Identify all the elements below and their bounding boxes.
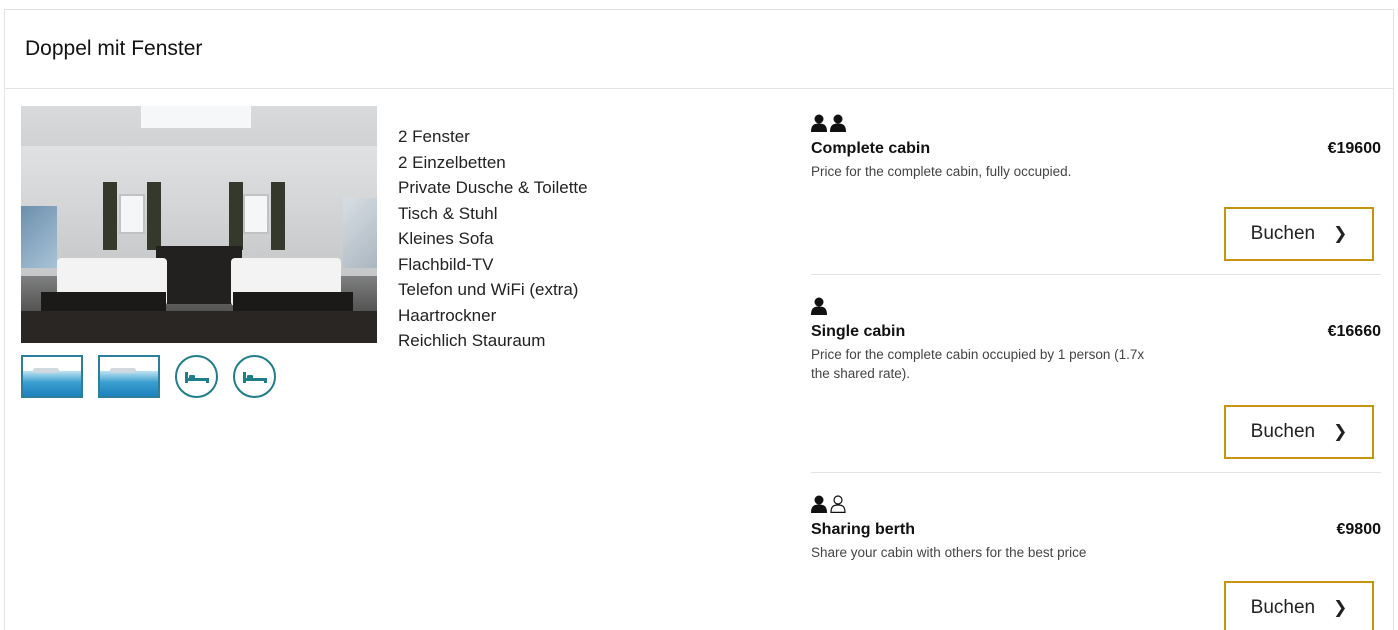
cabin-card: Doppel mit Fenster 2 Fenster 2 Einzelbet… bbox=[4, 9, 1394, 630]
option-price: €9800 bbox=[1336, 521, 1382, 538]
option-price: €19600 bbox=[1327, 140, 1381, 157]
feature-item: 2 Fenster bbox=[398, 127, 470, 146]
book-button-single-cabin[interactable]: Buchen ❯ bbox=[1224, 405, 1374, 459]
option-sharing-berth: Sharing berth €9800 Share your cabin wit… bbox=[811, 473, 1381, 630]
bed-icon[interactable] bbox=[175, 355, 218, 398]
bed-icon[interactable] bbox=[233, 355, 276, 398]
thumbnail-strip bbox=[21, 355, 377, 398]
book-button-label: Buchen bbox=[1250, 223, 1316, 244]
feature-item: Tisch & Stuhl bbox=[398, 203, 498, 223]
book-button-label: Buchen bbox=[1250, 597, 1316, 618]
option-complete-cabin: Complete cabin €19600 Price for the comp… bbox=[811, 106, 1381, 275]
book-button-label: Buchen bbox=[1250, 421, 1316, 442]
booking-options: Complete cabin €19600 Price for the comp… bbox=[811, 106, 1381, 630]
person-filled-icon bbox=[811, 495, 827, 513]
sea-photo-thumb[interactable] bbox=[21, 355, 83, 398]
occupancy-icons bbox=[811, 106, 1381, 132]
feature-item: Reichlich Stauraum bbox=[398, 331, 546, 350]
feature-item: 2 Einzelbetten bbox=[398, 152, 506, 172]
chevron-right-icon: ❯ bbox=[1333, 224, 1348, 243]
person-filled-icon bbox=[811, 114, 827, 132]
book-button-complete-cabin[interactable]: Buchen ❯ bbox=[1224, 207, 1374, 261]
sea-photo-thumb[interactable] bbox=[98, 355, 160, 398]
main-cabin-photo[interactable] bbox=[21, 106, 377, 343]
feature-item: Haartrockner bbox=[398, 305, 497, 325]
person-filled-icon bbox=[811, 297, 827, 315]
chevron-right-icon: ❯ bbox=[1333, 422, 1348, 441]
media-gallery bbox=[21, 106, 377, 398]
chevron-right-icon: ❯ bbox=[1333, 598, 1348, 617]
occupancy-icons bbox=[811, 487, 1381, 513]
feature-item: Telefon und WiFi (extra) bbox=[398, 280, 579, 299]
feature-item: Flachbild-TV bbox=[398, 254, 494, 274]
option-description: Price for the complete cabin occupied by… bbox=[811, 347, 1145, 381]
option-description: Share your cabin with others for the bes… bbox=[811, 545, 1087, 560]
cabin-title: Doppel mit Fenster bbox=[25, 37, 203, 60]
option-single-cabin: Single cabin €16660 Price for the comple… bbox=[811, 275, 1381, 473]
option-name: Sharing berth bbox=[811, 521, 916, 538]
option-description: Price for the complete cabin, fully occu… bbox=[811, 164, 1072, 179]
person-filled-icon bbox=[830, 114, 846, 132]
occupancy-icons bbox=[811, 289, 1381, 315]
feature-item: Kleines Sofa bbox=[398, 229, 494, 248]
person-outline-icon bbox=[830, 495, 846, 513]
option-name: Single cabin bbox=[811, 323, 906, 340]
book-button-sharing-berth[interactable]: Buchen ❯ bbox=[1224, 581, 1374, 630]
feature-item: Private Dusche & Toilette bbox=[398, 178, 588, 197]
option-price: €16660 bbox=[1327, 323, 1381, 340]
card-header: Doppel mit Fenster bbox=[5, 10, 1393, 89]
feature-list: 2 Fenster 2 Einzelbetten Private Dusche … bbox=[398, 124, 588, 354]
option-name: Complete cabin bbox=[811, 140, 931, 157]
